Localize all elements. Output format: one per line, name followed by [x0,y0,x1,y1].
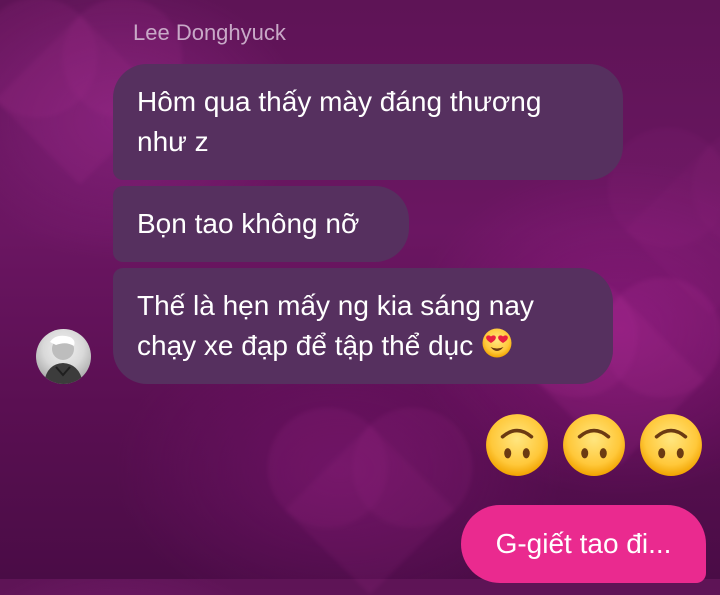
avatar[interactable] [36,329,91,384]
upside-down-face-icon [640,414,702,476]
background-heart-shape [285,425,455,595]
reaction-emoji-message[interactable] [484,412,704,478]
sent-message[interactable]: G-giết tao đi... [461,505,706,583]
message-text-line: như z [137,126,209,157]
sender-name: Lee Donghyuck [133,20,286,45]
message-text: G-giết tao đi... [495,528,672,559]
received-message[interactable]: Hôm qua thấy mày đáng thương như z [113,64,623,180]
message-text-line: Thế là hẹn mấy ng kia sáng nay [137,290,534,321]
received-message[interactable]: Thế là hẹn mấy ng kia sáng nay chạy xe đ… [113,268,613,384]
message-text: chạy xe đạp để tập thể dục [137,330,474,361]
message-text-line: Bọn tao không nỡ [137,208,360,239]
heart-eyes-emoji [482,328,512,358]
upside-down-face-icon [563,414,625,476]
message-text-line: Hôm qua thấy mày đáng thương [137,86,542,117]
message-text-line: chạy xe đạp để tập thể dục [137,326,589,366]
person-icon [44,335,83,384]
received-message[interactable]: Bọn tao không nỡ [113,186,409,262]
upside-down-face-icon [486,414,548,476]
